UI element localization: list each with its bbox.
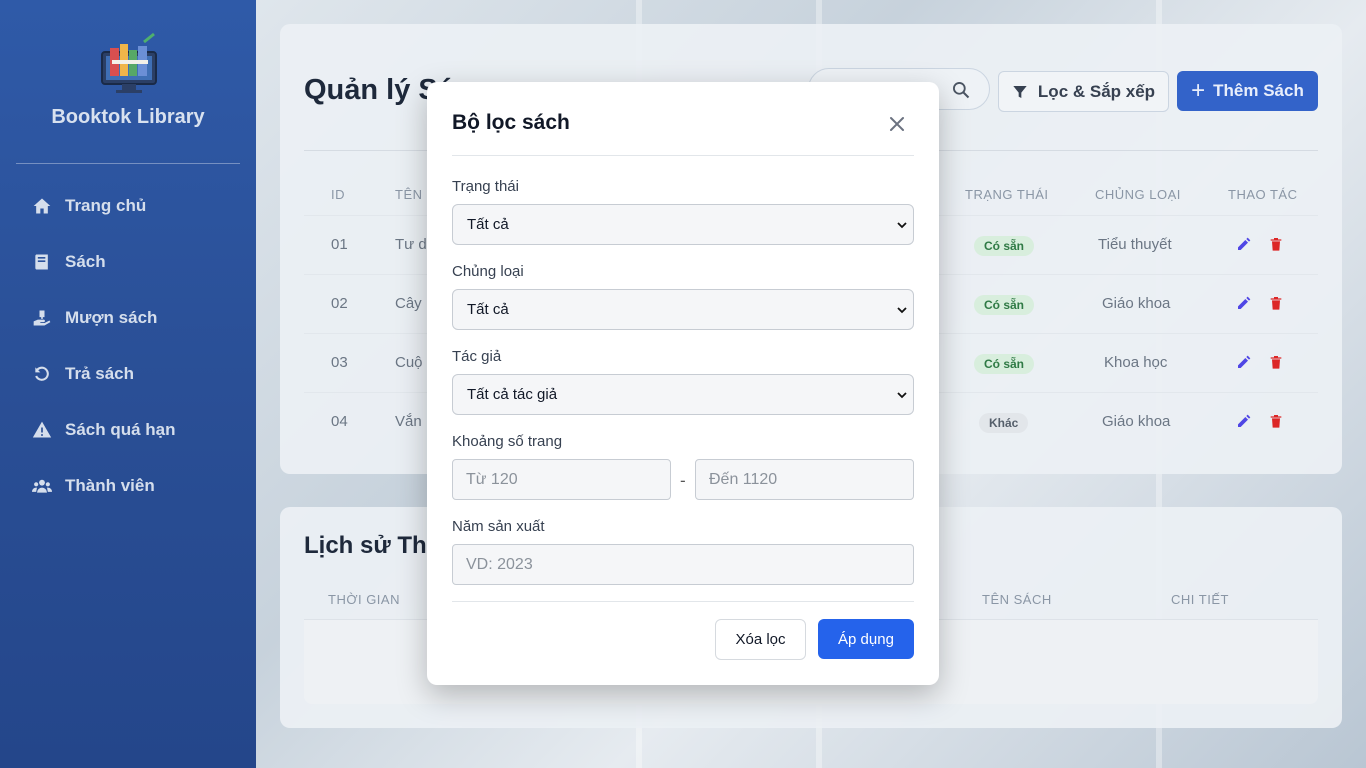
year-placeholder: VD: 2023 [466, 555, 533, 573]
apply-button[interactable]: Áp dụng [818, 619, 914, 659]
sidebar-item-return[interactable]: Trả sách [0, 346, 256, 402]
sidebar-item-label: Trang chủ [65, 196, 147, 215]
clear-filter-button[interactable]: Xóa lọc [715, 619, 806, 660]
sidebar-nav: Trang chủ Sách Mượn sách Trả sách Sách q… [0, 178, 256, 514]
warning-icon [31, 419, 53, 441]
sidebar-item-label: Sách quá hạn [65, 420, 176, 439]
filter-modal: Bộ lọc sách Trạng thái Tất cả Chủng loại… [427, 82, 939, 685]
hand-book-icon [31, 307, 53, 329]
brand-name: Booktok Library [51, 106, 205, 128]
category-label: Chủng loại [452, 263, 524, 280]
author-label: Tác giả [452, 348, 502, 365]
year-label: Năm sản xuất [452, 518, 545, 535]
sidebar-item-label: Thành viên [65, 476, 155, 495]
range-separator: - [680, 471, 686, 490]
modal-title: Bộ lọc sách [452, 111, 570, 134]
category-select-value: Tất cả [467, 301, 509, 318]
sidebar-item-label: Sách [65, 252, 106, 271]
author-select-value: Tất cả tác giả [467, 386, 558, 403]
sidebar-item-label: Mượn sách [65, 308, 158, 327]
pages-from-placeholder: Từ 120 [466, 470, 518, 488]
sidebar-item-borrow[interactable]: Mượn sách [0, 290, 256, 346]
sidebar-item-label: Trả sách [65, 364, 134, 383]
pages-from-input[interactable]: Từ 120 [452, 459, 671, 500]
pages-to-placeholder: Đến 1120 [709, 470, 778, 488]
status-select[interactable]: Tất cả [452, 204, 914, 245]
pages-to-input[interactable]: Đến 1120 [695, 459, 914, 500]
author-select[interactable]: Tất cả tác giả [452, 374, 914, 415]
pages-label: Khoảng số trang [452, 433, 563, 450]
undo-icon [31, 363, 53, 385]
chevron-down-icon [897, 307, 907, 314]
status-label: Trạng thái [452, 178, 519, 195]
category-select[interactable]: Tất cả [452, 289, 914, 330]
modal-header-divider [452, 155, 914, 156]
chevron-down-icon [897, 392, 907, 399]
book-icon [31, 251, 53, 273]
sidebar: Booktok Library Trang chủ Sách Mượn sách… [0, 0, 256, 768]
sidebar-item-overdue[interactable]: Sách quá hạn [0, 402, 256, 458]
sidebar-item-members[interactable]: Thành viên [0, 458, 256, 514]
home-icon [31, 195, 53, 217]
close-button[interactable] [885, 112, 909, 136]
sidebar-divider [16, 163, 240, 164]
modal-footer-divider [452, 601, 914, 602]
chevron-down-icon [897, 222, 907, 229]
library-logo [98, 30, 160, 94]
year-input[interactable]: VD: 2023 [452, 544, 914, 585]
users-icon [31, 475, 53, 497]
sidebar-item-home[interactable]: Trang chủ [0, 178, 256, 234]
status-select-value: Tất cả [467, 216, 509, 233]
sidebar-item-books[interactable]: Sách [0, 234, 256, 290]
close-icon [890, 117, 904, 131]
